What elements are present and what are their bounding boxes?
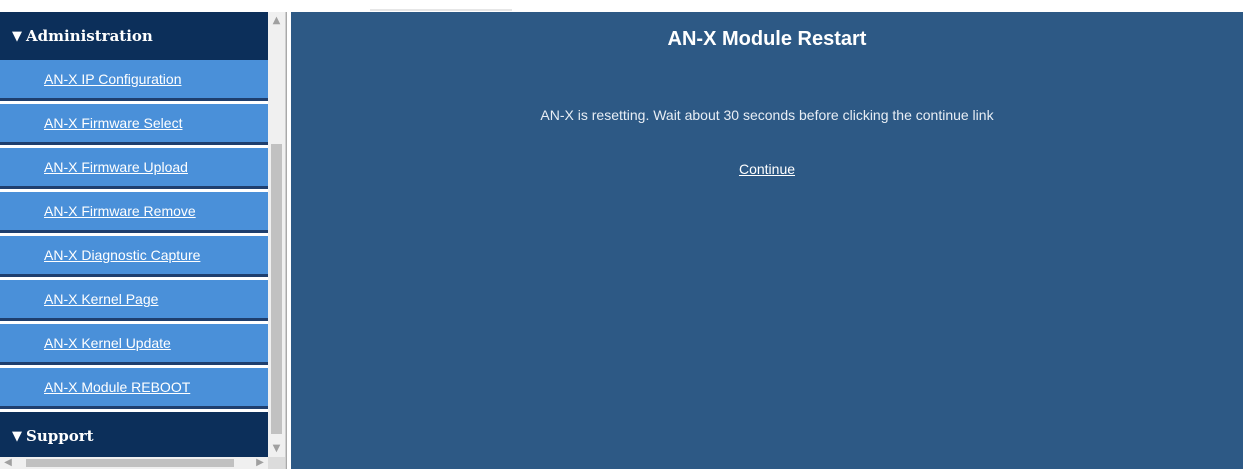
- sidebar-item-link[interactable]: AN-X Firmware Upload: [44, 159, 188, 175]
- sidebar-item-kernel-update[interactable]: AN-X Kernel Update: [0, 324, 268, 365]
- triangle-down-icon: ▼: [12, 428, 22, 444]
- sidebar-item-firmware-remove[interactable]: AN-X Firmware Remove: [0, 192, 268, 233]
- sidebar-item-module-reboot[interactable]: AN-X Module REBOOT: [0, 368, 268, 409]
- sidebar-nav: ▼ Administration AN-X IP Configuration A…: [0, 12, 268, 457]
- continue-row: Continue: [291, 161, 1243, 177]
- sidebar-horizontal-scrollbar[interactable]: ◀ ▶: [0, 457, 268, 469]
- sidebar-item-firmware-select[interactable]: AN-X Firmware Select: [0, 104, 268, 145]
- sidebar-item-kernel-page[interactable]: AN-X Kernel Page: [0, 280, 268, 321]
- sidebar-item-link[interactable]: AN-X Module REBOOT: [44, 379, 190, 395]
- sidebar-item-ip-configuration[interactable]: AN-X IP Configuration: [0, 60, 268, 101]
- scroll-right-icon[interactable]: ▶: [252, 457, 268, 469]
- section-header-label: Administration: [26, 27, 153, 45]
- sidebar-item-link[interactable]: AN-X Firmware Select: [44, 115, 182, 131]
- sidebar-vertical-scrollbar[interactable]: ▲ ▼: [268, 12, 285, 457]
- scrollbar-thumb[interactable]: [271, 144, 282, 434]
- section-header-administration[interactable]: ▼ Administration: [0, 12, 268, 60]
- triangle-down-icon: ▼: [12, 28, 22, 44]
- sidebar-item-link[interactable]: AN-X Kernel Update: [44, 335, 171, 351]
- sidebar-item-diagnostic-capture[interactable]: AN-X Diagnostic Capture: [0, 236, 268, 277]
- section-header-label: Support: [26, 427, 94, 445]
- sidebar-item-firmware-upload[interactable]: AN-X Firmware Upload: [0, 148, 268, 189]
- sidebar-item-link[interactable]: AN-X Diagnostic Capture: [44, 247, 200, 263]
- scrollbar-corner: [268, 457, 285, 469]
- scroll-down-icon[interactable]: ▼: [268, 440, 285, 457]
- continue-link[interactable]: Continue: [739, 161, 795, 177]
- scroll-up-icon[interactable]: ▲: [268, 12, 285, 29]
- sidebar-item-link[interactable]: AN-X IP Configuration: [44, 71, 181, 87]
- scroll-left-icon[interactable]: ◀: [0, 457, 16, 469]
- sidebar-item-link[interactable]: AN-X Firmware Remove: [44, 203, 196, 219]
- section-header-support[interactable]: ▼ Support: [0, 412, 268, 457]
- sidebar-item-link[interactable]: AN-X Kernel Page: [44, 291, 158, 307]
- left-nav-frame: ▼ Administration AN-X IP Configuration A…: [0, 12, 287, 469]
- status-message: AN-X is resetting. Wait about 30 seconds…: [540, 107, 994, 123]
- top-tab-hint: [370, 9, 512, 11]
- scrollbar-thumb[interactable]: [26, 459, 234, 467]
- top-strip: [0, 0, 1243, 12]
- main-content: AN-X Module Restart AN-X is resetting. W…: [291, 12, 1243, 469]
- page-title: AN-X Module Restart: [667, 28, 867, 50]
